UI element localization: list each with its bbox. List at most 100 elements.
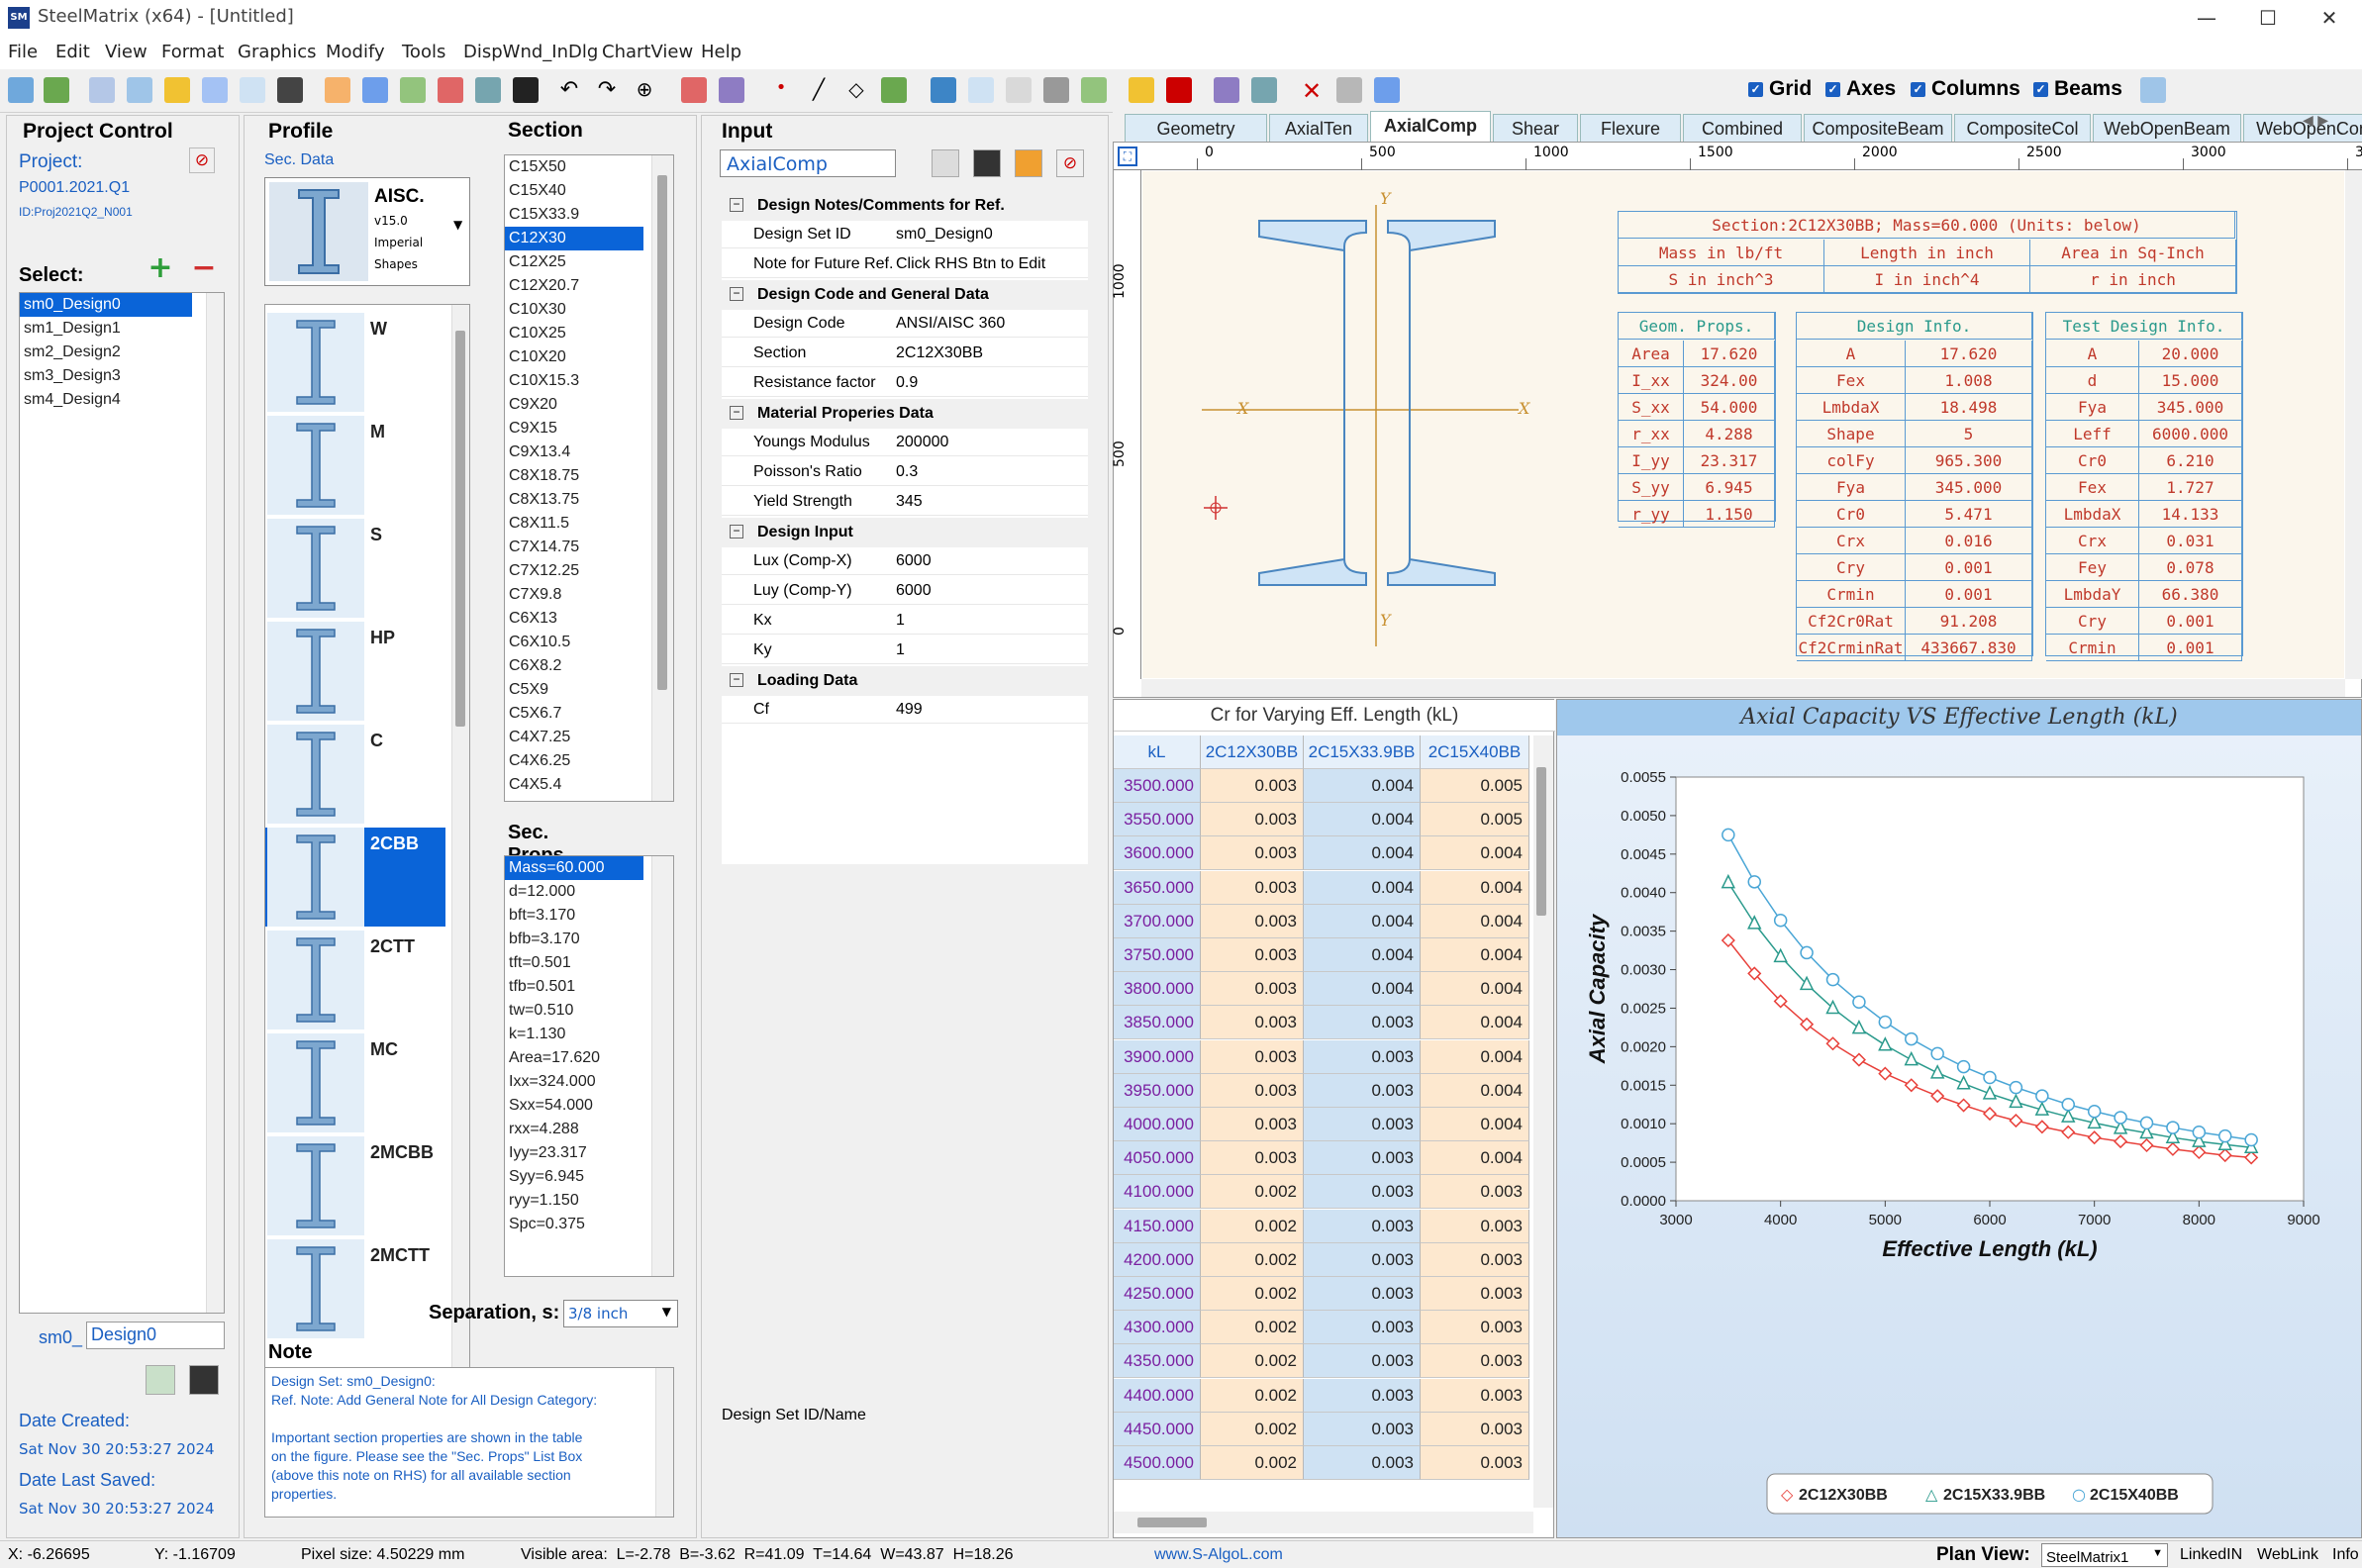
- collapse-icon[interactable]: −: [730, 525, 743, 539]
- tool-shape-icon[interactable]: [881, 77, 907, 103]
- weblink-button[interactable]: WebLink: [2257, 1546, 2318, 1564]
- grid-kl-cell[interactable]: 4150.000: [1114, 1209, 1201, 1243]
- tool-globe-icon[interactable]: [8, 77, 34, 103]
- grid-kl-cell[interactable]: 3650.000: [1114, 870, 1201, 905]
- sec-prop-item[interactable]: Sxx=54.000: [505, 1094, 643, 1118]
- section-item[interactable]: C6X8.2: [505, 654, 643, 678]
- grid-kl-cell[interactable]: 4050.000: [1114, 1141, 1201, 1176]
- grid-value-cell[interactable]: 0.002: [1201, 1446, 1304, 1480]
- prop-value[interactable]: 200000: [896, 434, 948, 451]
- grid-value-cell[interactable]: 0.003: [1304, 1311, 1421, 1345]
- shape-item-w[interactable]: W: [265, 313, 445, 412]
- sec-prop-item[interactable]: tw=0.510: [505, 999, 643, 1023]
- shape-item-2ctt[interactable]: 2CTT: [265, 931, 445, 1029]
- list-item[interactable]: sm2_Design2: [20, 341, 224, 364]
- grid-value-cell[interactable]: 0.003: [1421, 1344, 1529, 1379]
- tool-chart-icon[interactable]: [362, 77, 388, 103]
- prop-value[interactable]: 345: [896, 493, 923, 511]
- grid-value-cell[interactable]: 0.003: [1421, 1242, 1529, 1277]
- section-item[interactable]: C7X9.8: [505, 583, 643, 607]
- grid-value-cell[interactable]: 0.004: [1421, 1006, 1529, 1040]
- grid-hscroll[interactable]: [1114, 1512, 1533, 1533]
- list-item[interactable]: sm3_Design3: [20, 364, 224, 388]
- grid-value-cell[interactable]: 0.003: [1304, 1242, 1421, 1277]
- prop-row[interactable]: Poisson's Ratio 0.3: [722, 458, 1088, 486]
- grid-value-cell[interactable]: 0.003: [1421, 1209, 1529, 1243]
- grid-checkbox[interactable]: ✓ Grid: [1748, 77, 1812, 101]
- zoom-icon[interactable]: ⊕: [632, 77, 657, 103]
- section-item[interactable]: C5X6.7: [505, 702, 643, 726]
- menu-modify[interactable]: Modify: [326, 42, 385, 62]
- tool-node-icon[interactable]: [719, 77, 744, 103]
- collapse-icon[interactable]: −: [730, 673, 743, 687]
- tool-settings-icon[interactable]: [1251, 77, 1277, 103]
- grid-value-cell[interactable]: 0.004: [1421, 870, 1529, 905]
- polygon-icon[interactable]: ◇: [843, 77, 869, 103]
- prop-category[interactable]: − Design Code and General Data: [722, 280, 1088, 310]
- design-category-input[interactable]: AxialComp: [720, 149, 896, 177]
- section-item[interactable]: C9X13.4: [505, 441, 643, 464]
- tool-sheet-icon[interactable]: [202, 77, 228, 103]
- tab-geometry[interactable]: Geometry: [1125, 114, 1267, 142]
- section-item[interactable]: C15X40: [505, 179, 643, 203]
- grid-value-cell[interactable]: 0.003: [1421, 1446, 1529, 1480]
- grid-value-cell[interactable]: 0.002: [1201, 1175, 1304, 1210]
- prop-category[interactable]: − Design Notes/Comments for Ref.: [722, 191, 1088, 221]
- grid-value-cell[interactable]: 0.004: [1421, 1039, 1529, 1074]
- sec-prop-item[interactable]: ryy=1.150: [505, 1189, 643, 1213]
- columns-checkbox[interactable]: ✓ Columns: [1911, 77, 2020, 101]
- grid-vscroll[interactable]: [1533, 735, 1553, 1508]
- line-icon[interactable]: ╱: [806, 77, 832, 103]
- prop-row[interactable]: Note for Future Ref. Click RHS Btn to Edi…: [722, 250, 1088, 278]
- props-list-scrollbar[interactable]: [651, 856, 673, 1276]
- tab-axialcomp[interactable]: AxialComp: [1370, 111, 1491, 142]
- tool-excel-icon[interactable]: [400, 77, 426, 103]
- grid-value-cell[interactable]: 0.004: [1304, 870, 1421, 905]
- section-item[interactable]: C10X25: [505, 322, 643, 345]
- prop-row[interactable]: Kx 1: [722, 607, 1088, 635]
- section-item[interactable]: C10X15.3: [505, 369, 643, 393]
- tool-table-icon[interactable]: [127, 77, 152, 103]
- separation-select[interactable]: 3/8 inch ▼: [563, 1300, 678, 1327]
- section-item[interactable]: C10X20: [505, 345, 643, 369]
- grid-value-cell[interactable]: 0.005: [1421, 769, 1529, 803]
- sec-prop-item[interactable]: tft=0.501: [505, 951, 643, 975]
- note-scrollbar[interactable]: [655, 1368, 673, 1517]
- prop-value[interactable]: sm0_Design0: [896, 226, 993, 244]
- library-selector[interactable]: AISC. v15.0 Imperial Shapes ▼: [264, 177, 470, 286]
- grid-kl-cell[interactable]: 4100.000: [1114, 1175, 1201, 1210]
- prop-value[interactable]: 6000: [896, 552, 932, 570]
- tool-move-icon[interactable]: [681, 77, 707, 103]
- tab-flexure[interactable]: Flexure: [1580, 114, 1681, 142]
- prop-value[interactable]: 0.3: [896, 463, 918, 481]
- prop-row[interactable]: Yield Strength 345: [722, 488, 1088, 516]
- grid-value-cell[interactable]: 0.004: [1421, 904, 1529, 938]
- save-design-icon[interactable]: [189, 1365, 219, 1395]
- section-item[interactable]: C15X50: [505, 155, 643, 179]
- grid-value-cell[interactable]: 0.004: [1421, 1108, 1529, 1141]
- cr-grid[interactable]: kL 2C12X30BB 2C15X33.9BB 2C15X40BB 3500.000 0…: [1114, 735, 1529, 1508]
- grid-header-cell[interactable]: 2C12X30BB: [1201, 735, 1304, 769]
- grid-value-cell[interactable]: 0.003: [1304, 1277, 1421, 1311]
- grid-value-cell[interactable]: 0.003: [1304, 1175, 1421, 1210]
- tool-pdf-icon[interactable]: [438, 77, 463, 103]
- prop-row[interactable]: Resistance factor 0.9: [722, 369, 1088, 397]
- shape-item-hp[interactable]: HP: [265, 622, 445, 721]
- grid-kl-cell[interactable]: 4300.000: [1114, 1311, 1201, 1345]
- grid-value-cell[interactable]: 0.003: [1421, 1311, 1529, 1345]
- sec-prop-item[interactable]: Spc=0.375: [505, 1213, 643, 1236]
- grid-kl-cell[interactable]: 4500.000: [1114, 1446, 1201, 1480]
- prop-row[interactable]: Youngs Modulus 200000: [722, 429, 1088, 456]
- tab-compositecol[interactable]: CompositeCol: [1954, 114, 2091, 142]
- tab-combined[interactable]: Combined: [1683, 114, 1802, 142]
- sec-prop-item[interactable]: Mass=60.000: [505, 856, 643, 880]
- prop-row[interactable]: Ky 1: [722, 637, 1088, 664]
- tool-disk-icon[interactable]: [277, 77, 303, 103]
- grid-value-cell[interactable]: 0.003: [1304, 1344, 1421, 1379]
- grid-kl-cell[interactable]: 4000.000: [1114, 1108, 1201, 1141]
- menu-file[interactable]: File: [8, 42, 38, 62]
- grid-value-cell[interactable]: 0.004: [1304, 938, 1421, 972]
- grid-kl-cell[interactable]: 4200.000: [1114, 1242, 1201, 1277]
- prop-value[interactable]: 0.9: [896, 374, 918, 392]
- section-item[interactable]: C12X25: [505, 250, 643, 274]
